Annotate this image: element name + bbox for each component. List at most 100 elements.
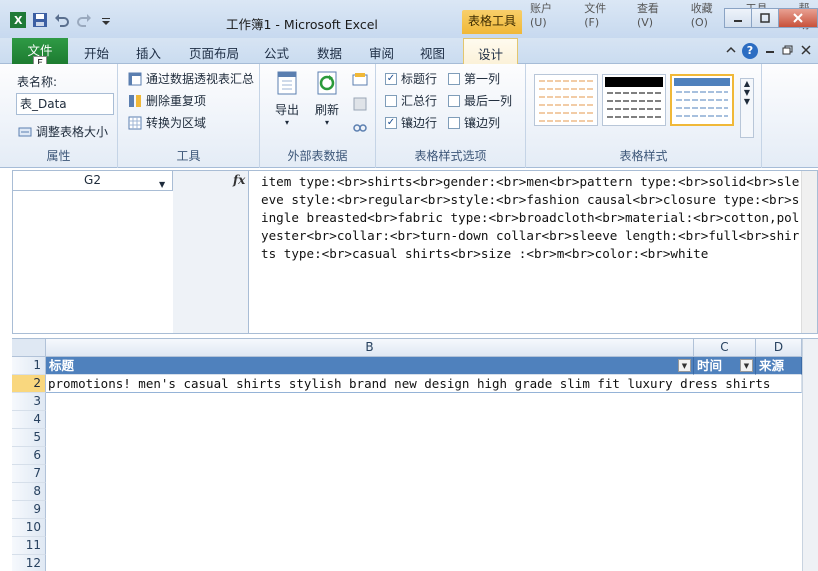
gallery-up-icon[interactable]: ▲ <box>741 79 753 88</box>
tab-home[interactable]: 开始 <box>84 43 109 62</box>
open-browser-icon[interactable] <box>352 96 368 115</box>
row-header-2[interactable]: 2 <box>12 375 46 393</box>
tab-page-layout[interactable]: 页面布局 <box>189 43 239 62</box>
excel-logo-icon: X <box>10 12 26 28</box>
ribbon-tabs: 文件 开始 插入 页面布局 公式 数据 审阅 视图 设计 ? <box>0 38 818 65</box>
refresh-dropdown-icon: ▾ <box>324 118 329 127</box>
resize-table-button[interactable]: 调整表格大小 <box>18 123 108 140</box>
group-label-style-options: 表格样式选项 <box>414 149 487 163</box>
style-swatch-black[interactable] <box>602 74 666 126</box>
row-header-12[interactable]: 12 <box>12 555 46 571</box>
export-button[interactable]: 导出 ▾ <box>272 70 302 127</box>
last-column-label: 最后一列 <box>464 94 513 108</box>
select-all-corner[interactable] <box>12 339 46 357</box>
menu-view[interactable]: 查看(V) <box>637 0 671 32</box>
row-header-9[interactable]: 9 <box>12 501 46 519</box>
convert-to-range-button[interactable]: 转换为区域 <box>128 114 206 131</box>
maximize-button[interactable] <box>751 8 779 28</box>
menu-file[interactable]: 文件(F) <box>584 0 617 32</box>
table-name-input[interactable]: 表_Data <box>16 93 114 115</box>
group-label-properties: 属性 <box>46 149 71 163</box>
workbook-close-icon[interactable] <box>800 44 812 58</box>
header-title-label: 标题 <box>49 358 75 373</box>
row-header-4[interactable]: 4 <box>12 411 46 429</box>
row-header-5[interactable]: 5 <box>12 429 46 447</box>
checkbox-empty-icon <box>448 94 460 107</box>
tab-formulas[interactable]: 公式 <box>264 43 289 62</box>
column-header-b[interactable]: B <box>46 339 694 357</box>
tab-insert[interactable]: 插入 <box>136 43 161 62</box>
row-header-1[interactable]: 1 <box>12 357 46 375</box>
group-label-tools: 工具 <box>176 149 201 163</box>
total-row-checkbox[interactable]: 汇总行 <box>385 92 437 109</box>
table-header-source[interactable]: 来源 <box>756 357 802 375</box>
table-header-time[interactable]: 时间 ▼ <box>694 357 756 375</box>
name-box-dropdown-icon[interactable]: ▼ <box>159 175 165 194</box>
row-header-8[interactable]: 8 <box>12 483 46 501</box>
window-controls <box>724 8 818 28</box>
row-header-3[interactable]: 3 <box>12 393 46 411</box>
row-header-7[interactable]: 7 <box>12 465 46 483</box>
row-header-10[interactable]: 10 <box>12 519 46 537</box>
remove-duplicates-button[interactable]: 删除重复项 <box>128 92 206 109</box>
resize-table-label: 调整表格大小 <box>36 125 109 139</box>
column-header-d[interactable]: D <box>756 339 802 357</box>
close-button[interactable] <box>778 8 818 28</box>
header-row-checkbox[interactable]: ✓ 标题行 <box>385 70 437 87</box>
workbook-minimize-icon[interactable] <box>764 44 776 58</box>
group-label-external: 外部表数据 <box>287 149 348 163</box>
group-style-options: ✓ 标题行 汇总行 ✓ 镶边行 第一列 最后一列 镶边列 表格样式选项 <box>376 64 526 168</box>
pivot-table-icon <box>128 72 142 86</box>
table-style-gallery: ▲ ▼ ▼ <box>530 72 755 138</box>
workbook-restore-icon[interactable] <box>782 44 794 58</box>
style-swatch-orange[interactable] <box>534 74 598 126</box>
properties-icon[interactable] <box>352 72 368 91</box>
save-icon[interactable] <box>32 12 48 28</box>
name-box-value: G2 <box>84 173 101 187</box>
collapse-ribbon-icon[interactable] <box>726 44 736 58</box>
tab-design[interactable]: 设计 <box>463 38 519 65</box>
menu-favorites[interactable]: 收藏(O) <box>691 0 726 32</box>
gallery-down-icon[interactable]: ▼ <box>741 88 753 97</box>
convert-range-label: 转换为区域 <box>146 116 207 130</box>
first-column-checkbox[interactable]: 第一列 <box>448 70 500 87</box>
vertical-scrollbar[interactable] <box>802 339 818 571</box>
cell-b2[interactable]: promotions! men's casual shirts stylish … <box>46 375 802 393</box>
column-header-c[interactable]: C <box>694 339 756 357</box>
redo-icon[interactable] <box>76 12 92 28</box>
refresh-button[interactable]: 刷新 ▾ <box>312 70 342 127</box>
export-label: 导出 <box>274 103 299 117</box>
worksheet-grid: B C D 1 2 3 4 5 6 7 8 9 10 11 12 标题 ▼ 时间… <box>12 338 818 571</box>
gallery-more-icon[interactable]: ▼ <box>741 97 753 106</box>
insert-function-icon[interactable]: fx <box>233 173 245 187</box>
filter-dropdown-icon[interactable]: ▼ <box>740 359 753 372</box>
table-header-title[interactable]: 标题 ▼ <box>46 357 694 375</box>
banded-columns-checkbox[interactable]: 镶边列 <box>448 114 500 131</box>
header-source-label: 来源 <box>759 358 785 373</box>
help-icon[interactable]: ? <box>742 43 758 59</box>
style-swatch-blue-selected[interactable] <box>670 74 734 126</box>
menu-account[interactable]: 账户(U) <box>530 0 564 32</box>
table-name-label: 表名称: <box>17 75 58 89</box>
tab-view[interactable]: 视图 <box>420 43 445 62</box>
tab-review[interactable]: 审阅 <box>369 43 394 62</box>
summarize-pivot-button[interactable]: 通过数据透视表汇总 <box>128 70 254 87</box>
group-properties: 表名称: 调整表格大小 属性 <box>0 64 118 168</box>
formula-scrollbar[interactable] <box>801 171 817 333</box>
formula-content[interactable]: item type:<br>shirts<br>gender:<br>men<b… <box>261 173 801 263</box>
row-header-6[interactable]: 6 <box>12 447 46 465</box>
last-column-checkbox[interactable]: 最后一列 <box>448 92 512 109</box>
unlink-icon[interactable] <box>352 120 368 139</box>
quick-access-toolbar: X <box>10 12 114 28</box>
banded-rows-checkbox[interactable]: ✓ 镶边行 <box>385 114 437 131</box>
formula-bar: G2 ▼ fx item type:<br>shirts<br>gender:<… <box>12 170 818 334</box>
gallery-scroll[interactable]: ▲ ▼ ▼ <box>740 78 754 138</box>
customize-qat-icon[interactable] <box>98 12 114 28</box>
filter-dropdown-icon[interactable]: ▼ <box>678 359 691 372</box>
undo-icon[interactable] <box>54 12 70 28</box>
name-box[interactable]: G2 ▼ <box>13 171 173 191</box>
minimize-button[interactable] <box>724 8 752 28</box>
row-header-11[interactable]: 11 <box>12 537 46 555</box>
tab-data[interactable]: 数据 <box>317 43 342 62</box>
group-label-table-styles: 表格样式 <box>619 149 668 163</box>
